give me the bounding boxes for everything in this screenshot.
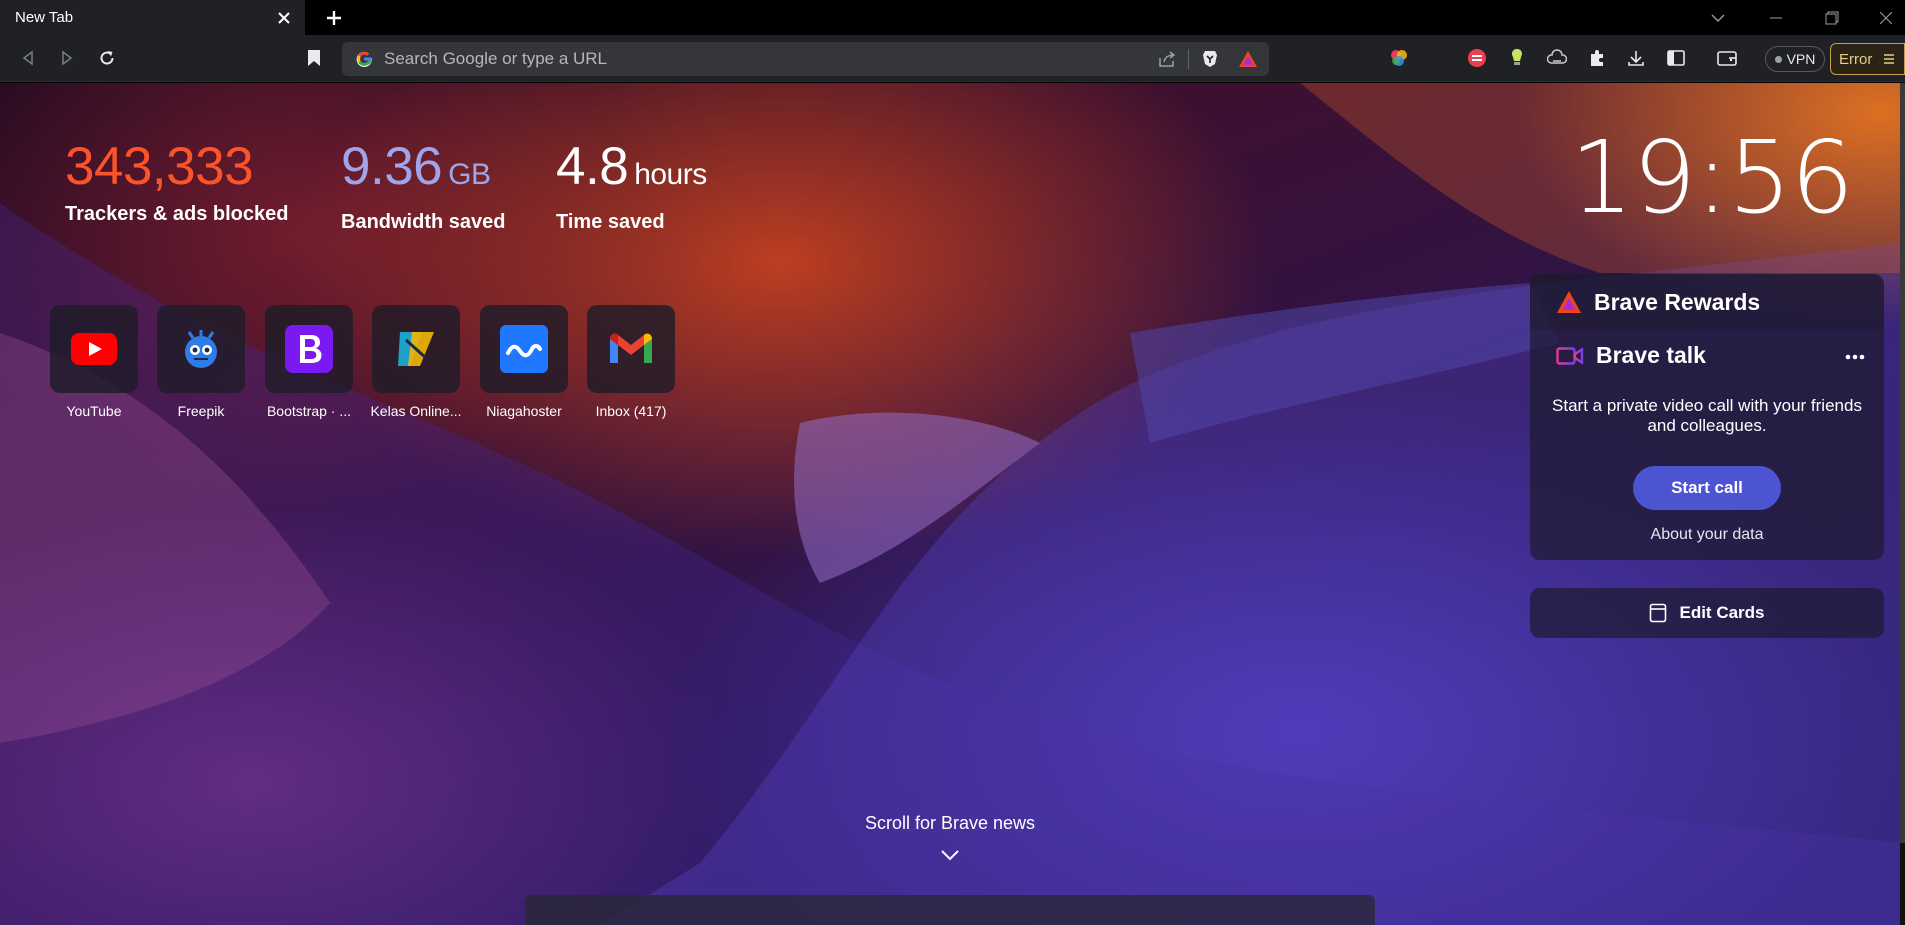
youtube-icon [71,333,117,365]
sidebar-icon[interactable] [1661,43,1691,73]
toolbar: Search Google or type a URL VPN Error [0,35,1905,82]
tab-search-icon[interactable] [1698,4,1738,32]
gmail-icon [610,333,652,363]
stat-bandwidth-label: Bandwidth saved [341,211,506,233]
restore-icon[interactable] [1812,4,1852,32]
site-tile [587,305,675,393]
brave-talk-description: Start a private video call with your fri… [1552,396,1862,435]
download-icon[interactable] [1621,43,1651,73]
brave-talk-header: Brave talk [1556,342,1706,369]
new-tab-page: 343,333 Trackers & ads blocked 9.36 GB Ba… [0,83,1905,925]
tab-strip: New Tab [0,0,1905,35]
site-tile [372,305,460,393]
minimize-icon[interactable] [1756,4,1796,32]
kelas-online-icon [398,332,434,366]
new-tab-button[interactable] [320,4,348,32]
brave-rewards-icon[interactable] [1233,44,1263,74]
bootstrap-icon [285,325,333,373]
forward-icon[interactable] [52,43,82,73]
top-site-label: Bootstrap · ... [266,403,352,419]
edit-cards-icon [1650,603,1667,623]
scrollbar-thumb[interactable] [1900,83,1905,843]
vpn-label: VPN [1786,51,1816,67]
stat-bandwidth-saved: 9.36 GB Bandwidth saved [341,137,505,234]
top-site-label: Kelas Online... [370,403,462,419]
reload-icon[interactable] [92,43,122,73]
share-icon[interactable] [1152,44,1182,74]
extension-bulb-icon[interactable] [1502,43,1532,73]
top-site-label: YouTube [66,403,122,419]
top-site-bootstrap[interactable]: Bootstrap · ... [265,305,353,419]
extensions-puzzle-icon[interactable] [1582,43,1612,73]
edit-cards-label: Edit Cards [1679,603,1765,622]
stat-time-unit: hours [634,158,707,191]
top-site-label: Inbox (417) [595,403,667,419]
scrollbar[interactable] [1900,83,1905,925]
top-site-label: Freepik [177,403,225,419]
google-icon [356,51,372,68]
stat-trackers-blocked: 343,333 Trackers & ads blocked [65,137,288,226]
close-tab-icon[interactable] [269,3,299,33]
wallet-icon[interactable] [1712,43,1742,73]
site-tile [265,305,353,393]
brave-talk-title: Brave talk [1596,342,1706,368]
extension-colorful-icon[interactable] [1384,43,1414,73]
start-call-button[interactable]: Start call [1633,466,1781,510]
back-icon[interactable] [13,43,43,73]
about-your-data-link[interactable]: About your data [1530,526,1884,544]
extension-red-icon[interactable] [1462,43,1492,73]
site-tile [157,305,245,393]
site-tile [480,305,568,393]
top-site-niagahoster[interactable]: Niagahoster [480,305,568,419]
brave-rewards-title: Brave Rewards [1594,288,1761,315]
close-window-icon[interactable] [1866,4,1905,32]
omnibox-divider [1188,49,1189,69]
freepik-icon [185,330,217,368]
stat-time-value: 4.8 [556,137,629,196]
stat-bandwidth-unit: GB [448,158,491,191]
top-site-freepik[interactable]: Freepik [157,305,245,419]
edit-cards-button[interactable]: Edit Cards [1530,588,1884,638]
extension-cloud-icon[interactable] [1542,43,1572,73]
vpn-button[interactable]: VPN [1765,46,1825,72]
brave-rewards-card[interactable]: Brave Rewards [1530,274,1884,330]
brave-news-feed-preview [525,895,1375,925]
clock: 19:56 [1570,119,1854,236]
bookmark-icon[interactable] [299,43,329,73]
stat-trackers-label: Trackers & ads blocked [65,203,289,225]
error-menu-button[interactable]: Error [1830,43,1905,75]
address-bar[interactable]: Search Google or type a URL [342,42,1269,76]
stat-time-label: Time saved [556,211,665,233]
site-tile [50,305,138,393]
niagahoster-icon [500,325,548,373]
menu-icon [1884,54,1895,64]
top-site-youtube[interactable]: YouTube [50,305,138,419]
brave-shields-icon[interactable] [1195,44,1225,74]
brave-rewards-icon [1557,291,1581,313]
chevron-down-icon[interactable] [940,848,960,862]
stat-trackers-value: 343,333 [65,137,254,196]
brave-talk-card: Brave talk Start a private video call wi… [1530,330,1884,560]
top-site-kelas-online[interactable]: Kelas Online... [370,305,462,419]
scroll-for-news-label[interactable]: Scroll for Brave news [850,813,1050,834]
tab-new-tab[interactable]: New Tab [0,0,305,35]
omnibox-placeholder: Search Google or type a URL [384,49,608,68]
stat-bandwidth-value: 9.36 [341,137,443,196]
vpn-status-dot [1774,55,1782,63]
tab-title: New Tab [15,9,74,26]
top-site-label: Niagahoster [486,403,562,419]
more-options-icon[interactable] [1840,342,1870,372]
video-camera-icon [1556,346,1584,365]
error-label: Error [1839,50,1873,68]
stat-time-saved: 4.8 hours Time saved [556,137,707,234]
top-site-gmail[interactable]: Inbox (417) [587,305,675,419]
